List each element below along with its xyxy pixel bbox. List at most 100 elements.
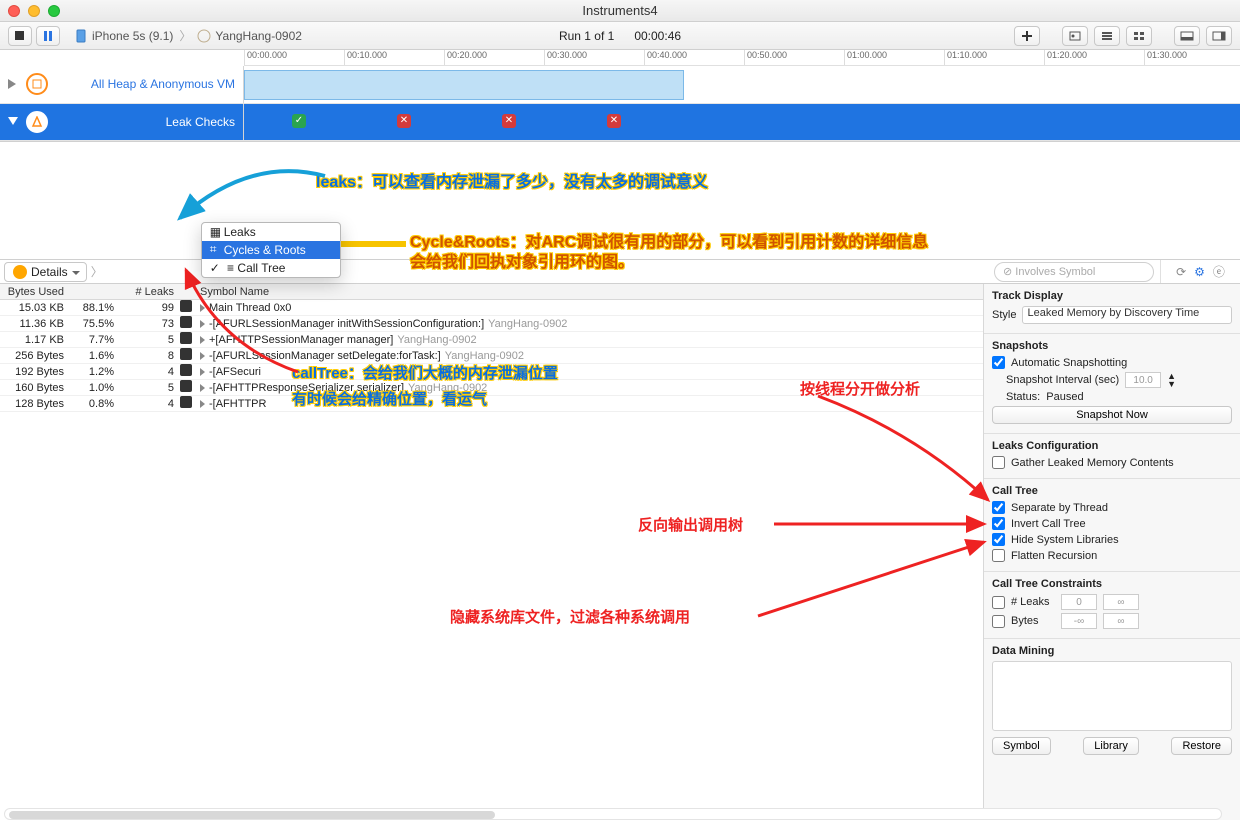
grid-icon: ▦ <box>210 225 224 239</box>
zoom-icon[interactable] <box>48 5 60 17</box>
gather-contents-checkbox[interactable] <box>992 456 1005 469</box>
leaks-icon <box>26 111 48 133</box>
menu-item-calltree[interactable]: ✓ ≡ Call Tree <box>202 259 340 277</box>
target-path[interactable]: iPhone 5s (9.1) 〉 YangHang-0902 <box>70 27 306 44</box>
leak-mark-bad[interactable]: ✕ <box>607 114 621 128</box>
thread-icon <box>180 300 192 312</box>
settings-gear-icon[interactable]: ⚙ <box>1194 265 1205 279</box>
symbol-button[interactable]: Symbol <box>992 737 1051 755</box>
thread-icon <box>180 316 192 328</box>
view-detail-button[interactable] <box>1174 26 1200 46</box>
allocations-track[interactable]: All Heap & Anonymous VM <box>0 66 1240 104</box>
table-row[interactable]: 192 Bytes1.2%4-[AFSecuri <box>0 364 983 380</box>
leaks-track[interactable]: Leak Checks ✓ ✕ ✕ ✕ <box>0 104 1240 142</box>
close-icon[interactable] <box>8 5 20 17</box>
hide-system-checkbox[interactable] <box>992 533 1005 546</box>
table-row[interactable]: 160 Bytes1.0%5-[AFHTTPResponseSerializer… <box>0 380 983 396</box>
allocation-graph <box>244 70 684 100</box>
stepper-icon[interactable]: ▲▼ <box>1167 372 1176 388</box>
inspector-sidebar: Track Display Style Leaked Memory by Dis… <box>984 284 1240 820</box>
constraint-leaks-checkbox[interactable] <box>992 596 1005 609</box>
leak-mark-ok[interactable]: ✓ <box>292 114 306 128</box>
detail-bar: Details 〉 ▦Leaks ⌗Cycles & Roots ✓ ≡ Cal… <box>0 260 1240 284</box>
snapshot-interval-input[interactable] <box>1125 372 1161 388</box>
leaks-max-input[interactable] <box>1103 594 1139 610</box>
calltree-heading: Call Tree <box>992 485 1232 497</box>
main-split: Bytes Used # Leaks Symbol Name 15.03 KB8… <box>0 284 1240 820</box>
leak-mark-bad[interactable]: ✕ <box>502 114 516 128</box>
data-mining-box <box>992 661 1232 731</box>
disclosure-icon[interactable] <box>200 384 205 392</box>
table-row[interactable]: 15.03 KB88.1%99Main Thread 0x0 <box>0 300 983 316</box>
call-tree-table[interactable]: Bytes Used # Leaks Symbol Name 15.03 KB8… <box>0 284 984 820</box>
style-select[interactable]: Leaked Memory by Discovery Time <box>1022 306 1232 324</box>
data-mining-heading: Data Mining <box>992 645 1232 657</box>
view-inspector-button[interactable] <box>1206 26 1232 46</box>
constraints-heading: Call Tree Constraints <box>992 578 1232 590</box>
window-title: Instruments4 <box>582 3 657 18</box>
track-label: All Heap & Anonymous VM <box>58 77 235 91</box>
check-icon: ✓ <box>210 261 224 275</box>
device-icon <box>74 29 88 43</box>
track-area: 00:00.000 00:10.000 00:20.000 00:30.000 … <box>0 50 1240 142</box>
list-icon: ≡ <box>227 261 234 275</box>
recent-icon[interactable]: ⟳ <box>1176 265 1186 279</box>
col-symbol[interactable]: Symbol Name <box>196 286 983 298</box>
toolbar: iPhone 5s (9.1) 〉 YangHang-0902 Run 1 of… <box>0 22 1240 50</box>
thread-icon <box>180 364 192 376</box>
horizontal-scrollbar[interactable] <box>4 808 1222 820</box>
snapshots-heading: Snapshots <box>992 340 1232 352</box>
disclosure-icon[interactable] <box>200 304 205 312</box>
pause-button[interactable] <box>36 26 60 46</box>
details-icon <box>13 265 27 279</box>
strategy-button-1[interactable] <box>1062 26 1088 46</box>
col-bytes[interactable]: Bytes Used <box>0 286 70 298</box>
strategy-button-3[interactable] <box>1126 26 1152 46</box>
menu-item-cycles[interactable]: ⌗Cycles & Roots <box>202 241 340 259</box>
table-row[interactable]: 11.36 KB75.5%73-[AFURLSessionManager ini… <box>0 316 983 332</box>
track-display-heading: Track Display <box>992 290 1232 302</box>
leaks-min-input[interactable] <box>1061 594 1097 610</box>
library-button[interactable]: Library <box>1083 737 1139 755</box>
minimize-icon[interactable] <box>28 5 40 17</box>
titlebar: Instruments4 <box>0 0 1240 22</box>
table-row[interactable]: 128 Bytes0.8%4-[AFHTTPR <box>0 396 983 412</box>
disclosure-icon[interactable] <box>200 352 205 360</box>
symbol-search[interactable]: ⊘ Involves Symbol <box>994 262 1154 282</box>
disclosure-icon[interactable] <box>200 368 205 376</box>
time-ruler[interactable]: 00:00.000 00:10.000 00:20.000 00:30.000 … <box>244 50 1240 66</box>
disclosure-icon[interactable] <box>8 116 20 128</box>
extended-icon[interactable]: ⓔ <box>1213 263 1225 280</box>
view-menu: ▦Leaks ⌗Cycles & Roots ✓ ≡ Call Tree <box>201 222 341 278</box>
disclosure-icon[interactable] <box>200 400 205 408</box>
snapshot-now-button[interactable]: Snapshot Now <box>992 406 1232 424</box>
col-leaks[interactable]: # Leaks <box>120 286 180 298</box>
elapsed-time: 00:00:46 <box>634 29 681 43</box>
constraint-bytes-checkbox[interactable] <box>992 615 1005 628</box>
strategy-button-2[interactable] <box>1094 26 1120 46</box>
graph-icon: ⌗ <box>210 242 224 257</box>
details-button[interactable]: Details <box>4 262 87 282</box>
process-icon <box>197 29 211 43</box>
auto-snapshot-checkbox[interactable] <box>992 356 1005 369</box>
bytes-min-input[interactable] <box>1061 613 1097 629</box>
flatten-recursion-checkbox[interactable] <box>992 549 1005 562</box>
table-row[interactable]: 1.17 KB7.7%5+[AFHTTPSessionManager manag… <box>0 332 983 348</box>
traffic-lights <box>8 5 60 17</box>
record-button[interactable] <box>8 26 32 46</box>
menu-item-leaks[interactable]: ▦Leaks <box>202 223 340 241</box>
separate-by-thread-checkbox[interactable] <box>992 501 1005 514</box>
table-row[interactable]: 256 Bytes1.6%8-[AFURLSessionManager setD… <box>0 348 983 364</box>
leak-mark-bad[interactable]: ✕ <box>397 114 411 128</box>
restore-button[interactable]: Restore <box>1171 737 1232 755</box>
thread-icon <box>180 380 192 392</box>
table-header: Bytes Used # Leaks Symbol Name <box>0 284 983 300</box>
disclosure-icon[interactable] <box>8 78 20 90</box>
thread-icon <box>180 396 192 408</box>
track-label: Leak Checks <box>58 115 235 129</box>
add-instrument-button[interactable] <box>1014 26 1040 46</box>
bytes-max-input[interactable] <box>1103 613 1139 629</box>
disclosure-icon[interactable] <box>200 320 205 328</box>
invert-calltree-checkbox[interactable] <box>992 517 1005 530</box>
disclosure-icon[interactable] <box>200 336 205 344</box>
